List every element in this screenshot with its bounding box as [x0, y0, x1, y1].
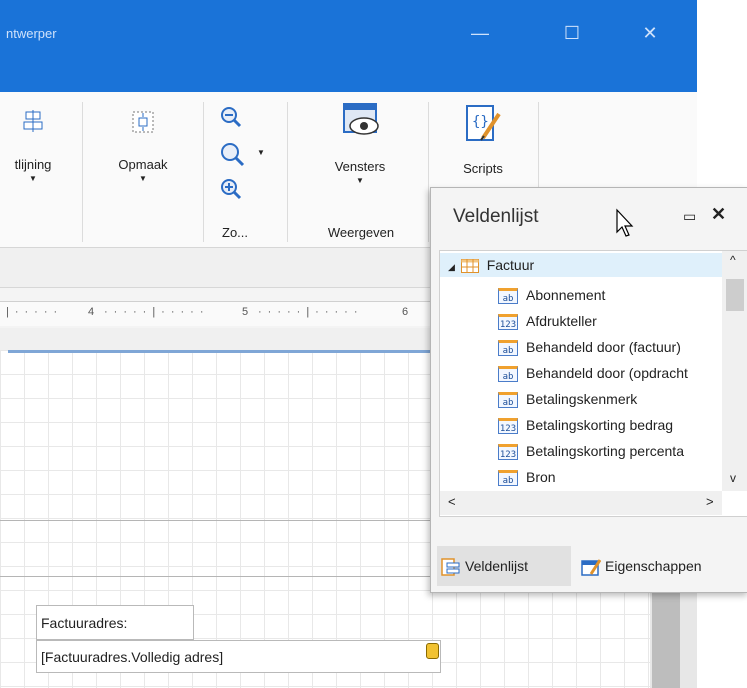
list-item[interactable]: ab Behandeld door (factuur) — [498, 335, 681, 359]
report-field-factuuradres[interactable]: [Factuuradres.Volledig adres] — [36, 640, 441, 673]
tab-eigenschappen[interactable]: Eigenschappen — [577, 546, 741, 586]
maximize-button[interactable]: ☐ — [552, 18, 592, 48]
ruler-mark: 5 — [242, 306, 249, 318]
report-label-factuuradres[interactable]: Factuuradres: — [36, 605, 194, 640]
tree-vertical-scrollbar[interactable]: ^ v — [722, 251, 747, 491]
scripts-label: Scripts — [463, 161, 503, 176]
align-label: tlijning — [14, 157, 52, 172]
view-group-label: Weergeven — [327, 225, 395, 240]
ruler-mark: 6 — [402, 306, 409, 318]
chevron-down-icon: ▼ — [257, 148, 265, 157]
panel-tabs: Veldenlijst Eigenschappen — [431, 540, 747, 592]
tree-horizontal-scrollbar[interactable]: < > — [440, 491, 722, 515]
mouse-cursor-icon — [616, 208, 634, 237]
panel-title: Veldenlijst — [453, 206, 539, 227]
title-bar[interactable]: ntwerper — ☐ ✕ — [0, 0, 697, 92]
ruler-mark: 4 — [88, 306, 95, 318]
zoom-group-label: Zo... — [222, 225, 249, 240]
field-list-panel: Veldenlijst ▭ ✕ ◢ Factuur ab Abonnement 1… — [430, 187, 747, 593]
scroll-right-arrow[interactable]: > — [706, 494, 714, 509]
text-field-icon: ab — [498, 366, 518, 383]
chevron-down-icon: ▼ — [139, 174, 147, 183]
scroll-thumb[interactable] — [726, 279, 744, 311]
text-field-icon: ab — [498, 392, 518, 409]
zoom-icon[interactable] — [220, 142, 246, 168]
format-icon — [132, 111, 154, 133]
properties-icon — [581, 559, 601, 577]
field-list-icon — [441, 558, 460, 577]
chevron-down-icon: ▼ — [356, 176, 364, 185]
format-button[interactable]: Opmaak ▼ — [108, 110, 178, 183]
close-button[interactable]: ✕ — [630, 18, 670, 48]
list-item[interactable]: 123 Afdrukteller — [498, 309, 597, 333]
list-item[interactable]: 123 Betalingskorting bedrag — [498, 413, 673, 437]
scroll-up-arrow[interactable]: ^ — [730, 253, 736, 267]
number-field-icon: 123 — [498, 418, 518, 435]
svg-text:{}: {} — [472, 114, 489, 130]
table-icon — [460, 259, 479, 274]
scripts-icon: {} — [466, 105, 501, 141]
list-item[interactable]: ab Bron — [498, 465, 556, 489]
chevron-down-icon: ▼ — [29, 174, 37, 183]
list-item[interactable]: ab Betalingskenmerk — [498, 387, 637, 411]
align-icon — [23, 110, 43, 132]
scripts-button[interactable]: {} Scripts — [448, 104, 518, 176]
field-tree[interactable]: ◢ Factuur ab Abonnement 123 Afdrukteller a… — [439, 250, 747, 517]
panel-close-button[interactable]: ✕ — [711, 204, 726, 225]
format-label: Opmaak — [118, 157, 168, 172]
window-title: ntwerper — [6, 26, 57, 41]
number-field-icon: 123 — [498, 314, 518, 331]
list-item[interactable]: ab Behandeld door (opdracht — [498, 361, 688, 385]
text-field-icon: ab — [498, 288, 518, 305]
scroll-left-arrow[interactable]: < — [448, 494, 456, 509]
database-field-icon — [426, 643, 439, 659]
tree-root-label: Factuur — [486, 257, 535, 273]
expand-icon[interactable]: ◢ — [448, 262, 455, 272]
zoom-out-icon[interactable] — [220, 106, 242, 128]
windows-eye-icon — [343, 103, 379, 135]
minimize-button[interactable]: — — [460, 18, 500, 48]
windows-label: Vensters — [334, 159, 386, 174]
align-button[interactable]: tlijning ▼ — [0, 110, 66, 183]
panel-pin-button[interactable]: ▭ — [683, 208, 696, 225]
tree-root-factuur[interactable]: ◢ Factuur — [440, 253, 722, 277]
tab-veldenlijst[interactable]: Veldenlijst — [437, 546, 571, 586]
zoom-in-icon[interactable] — [220, 178, 242, 200]
text-field-icon: ab — [498, 340, 518, 357]
text-field-icon: ab — [498, 470, 518, 487]
number-field-icon: 123 — [498, 444, 518, 461]
scroll-down-arrow[interactable]: v — [730, 471, 736, 485]
list-item[interactable]: 123 Betalingskorting percenta — [498, 439, 684, 463]
windows-button[interactable]: Vensters ▼ — [320, 102, 400, 185]
list-item[interactable]: ab Abonnement — [498, 283, 605, 307]
